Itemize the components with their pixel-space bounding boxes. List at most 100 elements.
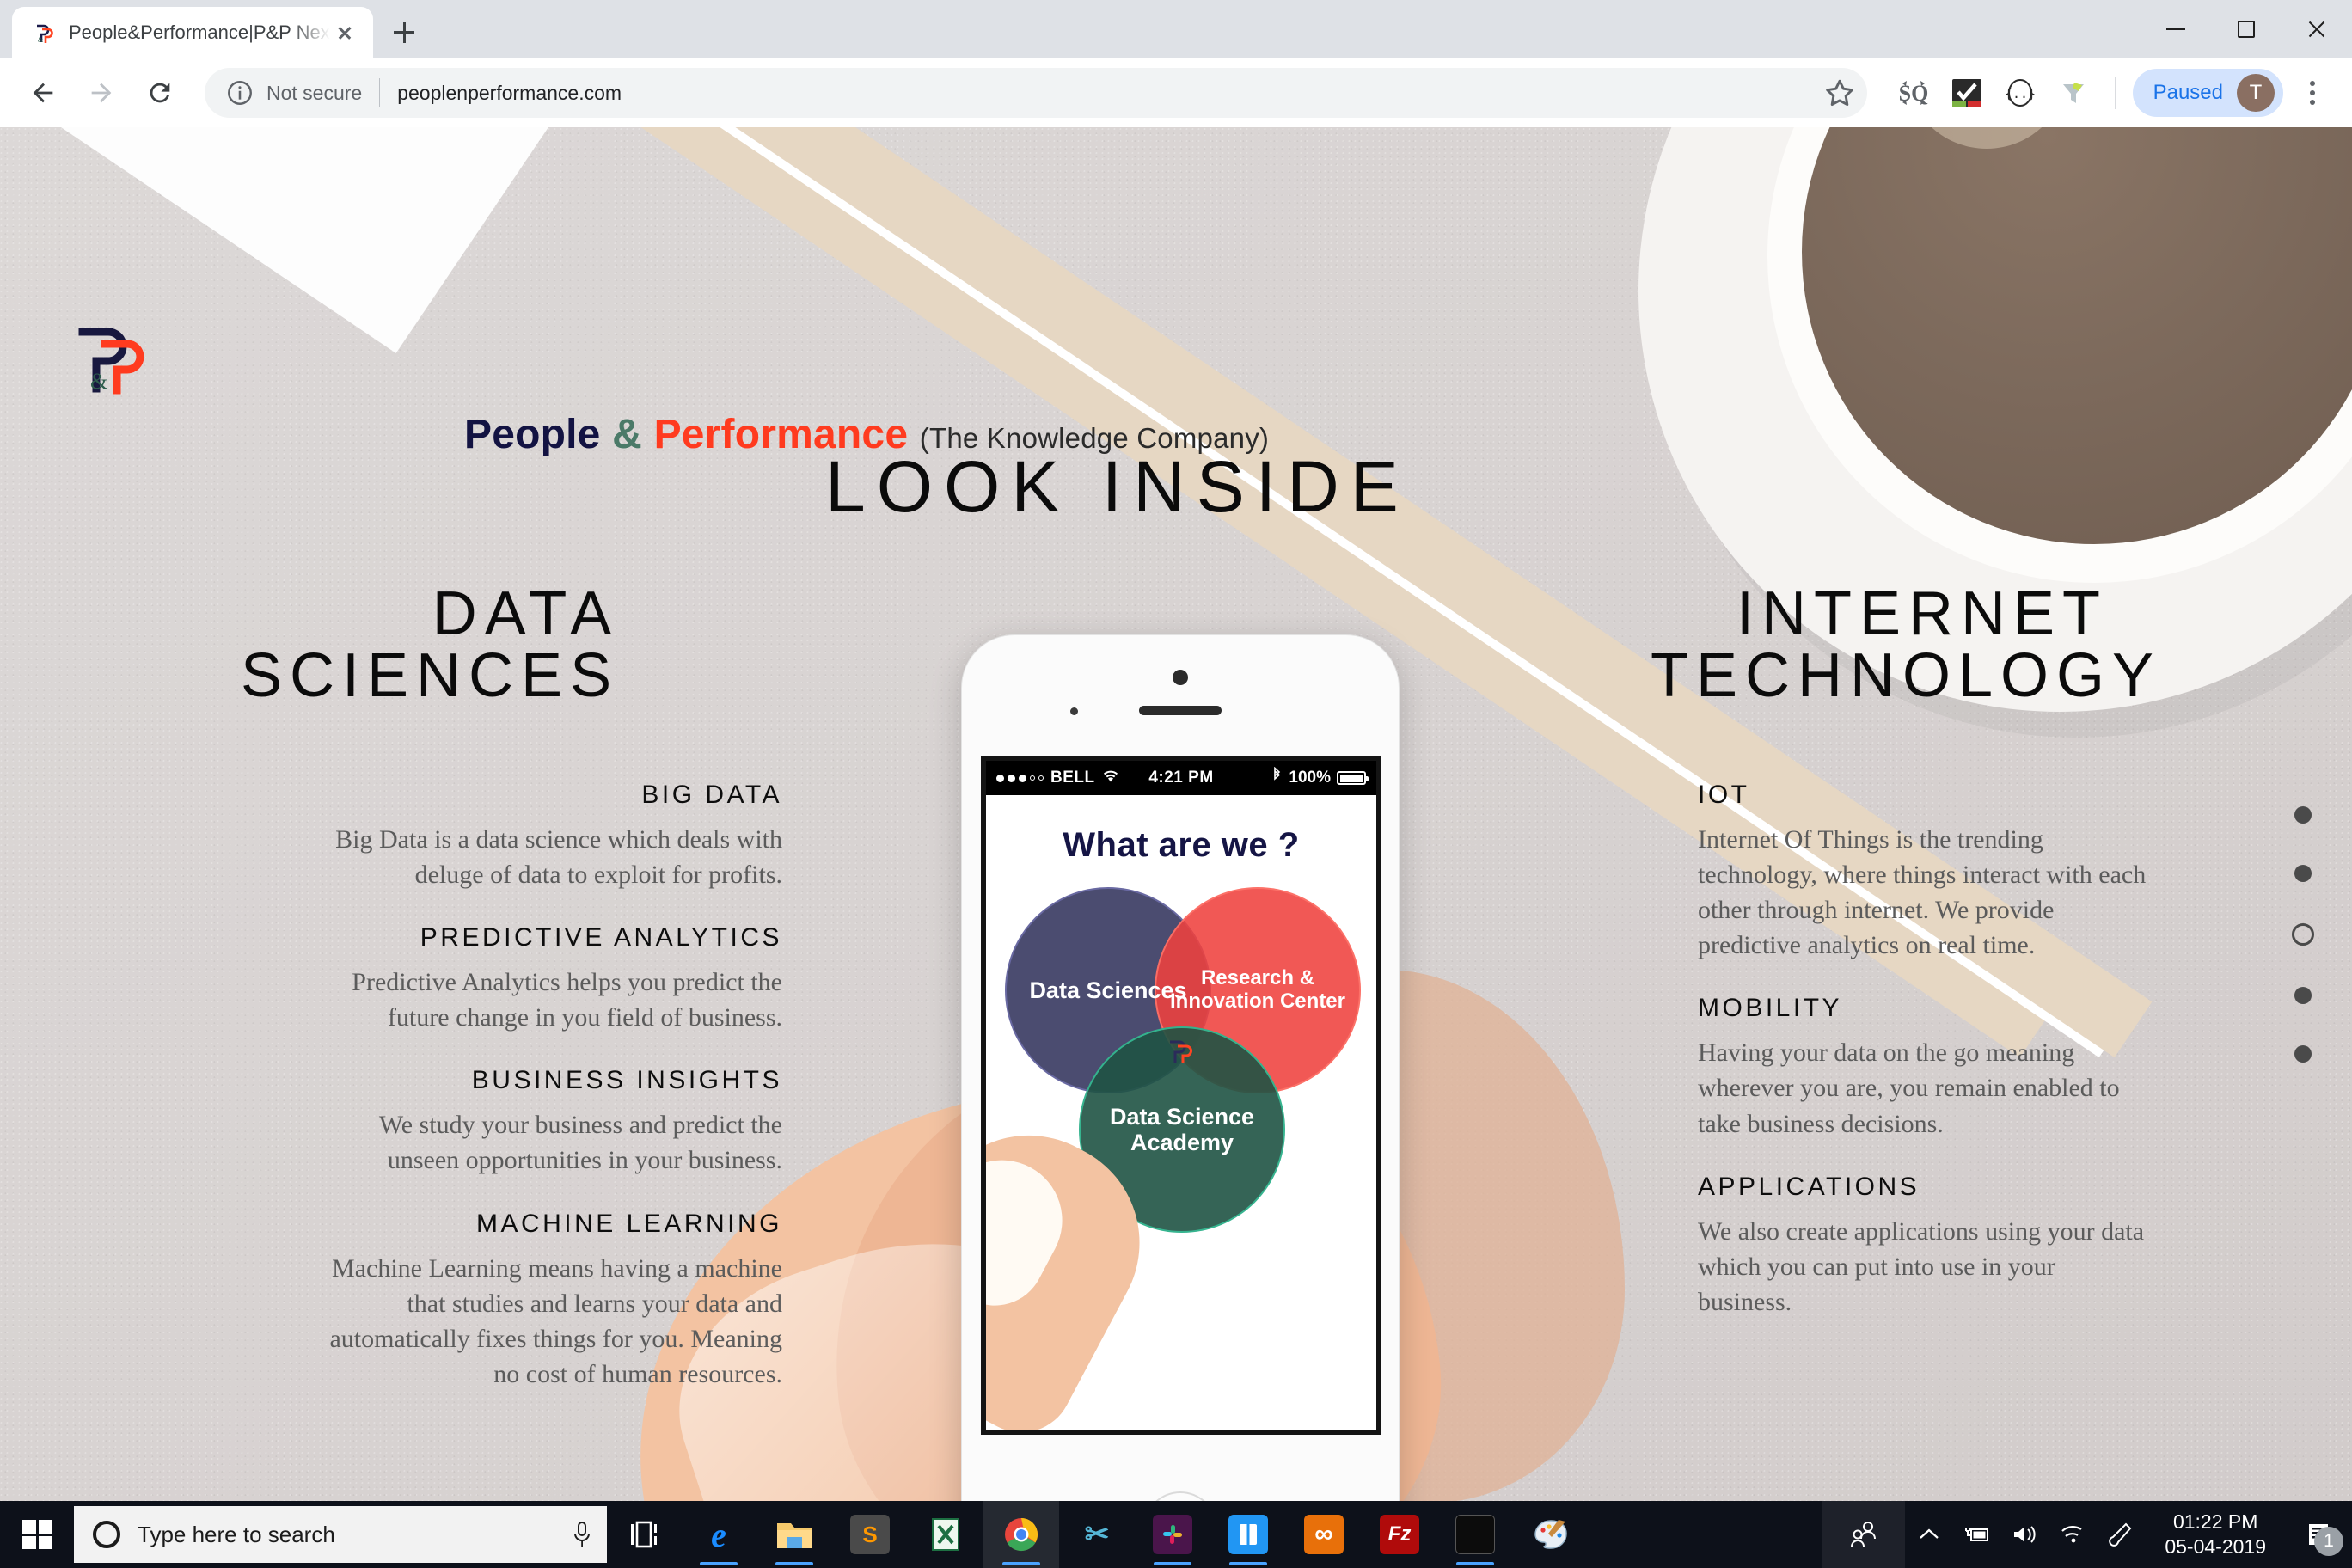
new-tab-button[interactable]	[380, 8, 428, 56]
taskbar-app-command-prompt[interactable]	[1437, 1501, 1513, 1568]
taskbar-app-mongodb-compass[interactable]: ∞	[1286, 1501, 1362, 1568]
tray-network-icon[interactable]	[2049, 1501, 2098, 1568]
browser-tab[interactable]: & People&Performance|P&P NexGe	[12, 7, 373, 58]
taskbar-app-google-chrome[interactable]	[983, 1501, 1059, 1568]
brand-people: People	[464, 412, 601, 457]
maximize-icon[interactable]	[2211, 0, 2282, 58]
reload-icon[interactable]	[132, 65, 187, 120]
taskbar-app-microsoft-excel[interactable]	[908, 1501, 983, 1568]
taskbar-app-microsoft-edge[interactable]: e	[681, 1501, 756, 1568]
sublime-text-icon: S	[850, 1515, 890, 1554]
action-center-button[interactable]: 1	[2285, 1501, 2352, 1568]
feature-section: MACHINE LEARNING Machine Learning means …	[327, 1210, 782, 1392]
app-running-indicator	[700, 1562, 738, 1565]
back-icon[interactable]	[15, 65, 70, 120]
app-running-indicator	[1229, 1562, 1267, 1565]
page-viewport: & People & Performance (The Knowledge Co…	[0, 127, 2352, 1501]
start-button[interactable]	[0, 1501, 74, 1568]
battery-percent-label: 100%	[1289, 769, 1331, 787]
brackets-extension-icon[interactable]: {..}	[1996, 69, 2044, 117]
phone-screen-title: What are we ?	[1063, 826, 1300, 864]
phone-clock: 4:21 PM	[1148, 769, 1214, 787]
pp-logo[interactable]: &	[64, 315, 158, 396]
feature-title: MOBILITY	[1698, 994, 1843, 1023]
tray-battery-icon[interactable]	[1953, 1501, 2001, 1568]
browser-window: & People&Performance|P&P NexGe Not secur…	[0, 0, 2352, 1568]
carousel-dot-3-active[interactable]	[2292, 923, 2314, 946]
url-text[interactable]: peoplenperformance.com	[397, 82, 622, 105]
minimize-icon[interactable]	[2141, 0, 2211, 58]
page-headline: LOOK INSIDE	[825, 446, 1410, 527]
carrier-label: BELL	[1050, 769, 1095, 787]
tray-date: 05-04-2019	[2165, 1535, 2266, 1558]
svg-text:&: &	[90, 369, 107, 394]
tray-show-hidden-icons[interactable]	[1905, 1501, 1953, 1568]
tray-people-button[interactable]	[1822, 1501, 1906, 1568]
search-input[interactable]: Type here to search	[74, 1506, 607, 1563]
checkmark-extension-icon[interactable]	[1943, 69, 1991, 117]
close-icon[interactable]	[330, 18, 359, 47]
taskbar-apps: e S ✂ ∞ Fz	[681, 1501, 1589, 1568]
bookmark-star-icon[interactable]	[1821, 74, 1859, 112]
thumb-finger	[986, 1099, 1176, 1430]
feature-body: Internet Of Things is the trending techn…	[1698, 825, 2147, 960]
phone-home-button[interactable]	[1143, 1491, 1217, 1501]
taskbar-app-slack[interactable]	[1135, 1501, 1210, 1568]
taskbar-app-sublime-text[interactable]: S	[832, 1501, 908, 1568]
windows-logo-icon	[22, 1520, 52, 1549]
left-feature-column: BIG DATA Big Data is a data science whic…	[327, 781, 782, 1423]
snipping-tool-icon: ✂	[1084, 1518, 1110, 1551]
browser-toolbar: Not secure peoplenperformance.com SQ {..…	[0, 58, 2352, 127]
phone-mockup: BELL 4:21 PM 100% What are we ? Data Sci…	[961, 634, 1400, 1501]
info-icon[interactable]	[225, 78, 254, 107]
feature-section: APPLICATIONS We also create applications…	[1698, 1173, 2153, 1320]
tray-clock[interactable]: 01:22 PM 05-04-2019	[2146, 1510, 2285, 1559]
venn-center-pp-logo-icon	[1163, 1037, 1196, 1066]
tray-volume-icon[interactable]	[2001, 1501, 2049, 1568]
forward-icon[interactable]	[74, 65, 129, 120]
taskbar-app-paint[interactable]	[1513, 1501, 1589, 1568]
toolbar-right: SQ {..} Paused T	[1884, 69, 2337, 117]
profile-button[interactable]: Paused T	[2132, 69, 2283, 117]
carousel-dot-2[interactable]	[2294, 865, 2312, 882]
microsoft-edge-icon: e	[711, 1515, 726, 1554]
wifi-icon	[1101, 769, 1120, 788]
window-close-icon[interactable]	[2282, 0, 2352, 58]
phone-screen: BELL 4:21 PM 100% What are we ? Data Sci…	[981, 756, 1381, 1435]
bluetooth-icon	[1271, 766, 1283, 789]
microphone-icon[interactable]	[569, 1520, 595, 1549]
tray-pen-icon[interactable]	[2098, 1501, 2146, 1568]
left-column-heading: DATA SCIENCES	[241, 583, 619, 707]
toolbar-divider	[2114, 77, 2116, 109]
carousel-dots	[2292, 806, 2314, 1104]
tab-title: People&Performance|P&P NexGe	[69, 21, 330, 43]
right-heading-line-2: TECHNOLOGY	[1651, 641, 2162, 710]
phone-camera-icon	[1173, 670, 1188, 685]
left-heading-line-2: SCIENCES	[241, 641, 620, 710]
windows-taskbar: Type here to search e S ✂ ∞ Fz 01:22 PM …	[0, 1501, 2352, 1568]
funnel-extension-icon[interactable]	[2049, 69, 2098, 117]
taskbar-app-file-explorer[interactable]	[756, 1501, 832, 1568]
tab-strip: & People&Performance|P&P NexGe	[0, 0, 2352, 58]
task-view-button[interactable]	[607, 1501, 681, 1568]
taskbar-app-filezilla[interactable]: Fz	[1362, 1501, 1437, 1568]
app-running-indicator	[1154, 1562, 1191, 1565]
carousel-dot-1[interactable]	[2294, 806, 2312, 824]
notification-count-badge: 1	[2314, 1527, 2343, 1556]
taskbar-app-snipping-tool[interactable]: ✂	[1059, 1501, 1135, 1568]
address-bar[interactable]: Not secure peoplenperformance.com	[205, 68, 1867, 118]
app-running-indicator	[1456, 1562, 1494, 1565]
carousel-dot-5[interactable]	[2294, 1045, 2312, 1063]
taskbar-app-evernote[interactable]	[1210, 1501, 1286, 1568]
svg-text:{..}: {..}	[2005, 86, 2036, 101]
command-prompt-icon	[1455, 1515, 1495, 1554]
feature-body: Having your data on the go meaning where…	[1698, 1038, 2120, 1138]
right-heading-line-1: INTERNET	[1736, 579, 2108, 648]
right-column-heading: INTERNET TECHNOLOGY	[1651, 579, 2161, 707]
microsoft-excel-icon	[926, 1515, 965, 1554]
sq-extension-icon[interactable]: SQ	[1890, 69, 1938, 117]
chrome-menu-icon[interactable]	[2288, 69, 2337, 117]
feature-title: IOT	[1698, 781, 1750, 809]
feature-body: Predictive Analytics helps you predict t…	[352, 968, 782, 1032]
carousel-dot-4[interactable]	[2294, 987, 2312, 1004]
